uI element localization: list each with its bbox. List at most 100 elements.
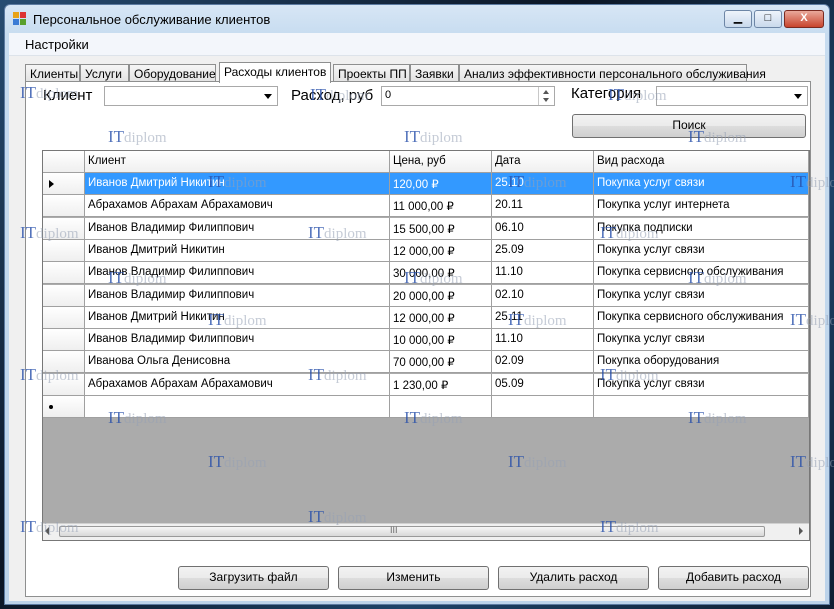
minimize-button[interactable]: ▁ <box>724 10 752 28</box>
row-header[interactable] <box>43 396 85 418</box>
row-header[interactable] <box>43 329 85 352</box>
tab-efficiency-analysis[interactable]: Анализ эффективности персонального обслу… <box>459 64 766 82</box>
app-window: Персональное обслуживание клиентов ▁ □ X… <box>4 4 830 605</box>
cell-client[interactable]: Иванова Ольга Денисовна <box>85 351 390 374</box>
cell-expense-type[interactable]: Покупка сервисного обслуживания <box>594 262 809 285</box>
expense-numeric-value: 0 <box>385 89 392 101</box>
scroll-grip: III <box>390 525 398 535</box>
spin-down-icon[interactable] <box>543 98 549 102</box>
cell-price[interactable]: 12 000,00 ₽ <box>390 306 492 329</box>
row-header[interactable] <box>43 284 85 307</box>
expense-spinner[interactable] <box>538 87 554 105</box>
cell-price[interactable]: 11 000,00 ₽ <box>390 195 492 218</box>
row-header[interactable] <box>43 217 85 240</box>
cell-expense-type[interactable]: Покупка услуг связи <box>594 284 809 307</box>
cell-price[interactable]: 70 000,00 ₽ <box>390 351 492 374</box>
row-header[interactable] <box>43 173 85 195</box>
cell-date[interactable]: 20.11 <box>492 195 594 218</box>
title-bar[interactable]: Персональное обслуживание клиентов ▁ □ X <box>5 5 829 33</box>
scroll-right-icon[interactable] <box>799 527 803 535</box>
cell-date[interactable]: 11.10 <box>492 262 594 285</box>
category-label: Категория <box>571 85 642 102</box>
new-row-cell[interactable] <box>390 396 492 418</box>
expenses-grid[interactable]: Клиент Цена, руб Дата Вид расхода Иванов… <box>42 150 810 541</box>
cell-expense-type[interactable]: Покупка услуг связи <box>594 373 809 396</box>
cell-expense-type[interactable]: Покупка услуг связи <box>594 329 809 352</box>
cell-price[interactable]: 20 000,00 ₽ <box>390 284 492 307</box>
cell-date[interactable]: 25.10 <box>492 173 594 195</box>
cell-expense-type[interactable]: Покупка оборудования <box>594 351 809 374</box>
cell-price[interactable]: 12 000,00 ₽ <box>390 239 492 262</box>
column-header-expense-type[interactable]: Вид расхода <box>594 151 809 173</box>
cell-client[interactable]: Иванов Владимир Филиппович <box>85 284 390 307</box>
load-file-button[interactable]: Загрузить файл <box>178 566 329 590</box>
client-label: Клиент <box>43 87 93 104</box>
cell-date[interactable]: 02.09 <box>492 351 594 374</box>
cell-expense-type[interactable]: Покупка услуг связи <box>594 239 809 262</box>
cell-client[interactable]: Иванов Владимир Филиппович <box>85 262 390 285</box>
chevron-down-icon <box>264 94 272 99</box>
cell-date[interactable]: 06.10 <box>492 217 594 240</box>
maximize-button[interactable]: □ <box>754 10 782 28</box>
cell-date[interactable]: 25.11 <box>492 306 594 329</box>
horizontal-scrollbar[interactable]: III <box>43 523 809 540</box>
cell-date[interactable]: 25.09 <box>492 239 594 262</box>
cell-price[interactable]: 15 500,00 ₽ <box>390 217 492 240</box>
delete-expense-button[interactable]: Удалить расход <box>498 566 649 590</box>
cell-price[interactable]: 30 000,00 ₽ <box>390 262 492 285</box>
cell-expense-type[interactable]: Покупка сервисного обслуживания <box>594 306 809 329</box>
current-row-arrow-icon <box>49 180 54 188</box>
spin-up-icon[interactable] <box>543 90 549 94</box>
tab-page-client-expenses: Клиент Расход, руб 0 Категория Поиск Кли… <box>25 81 811 597</box>
add-expense-button[interactable]: Добавить расход <box>658 566 809 590</box>
cell-client[interactable]: Иванов Владимир Филиппович <box>85 217 390 240</box>
tab-client-expenses[interactable]: Расходы клиентов <box>219 62 331 83</box>
tab-pp-projects[interactable]: Проекты ПП <box>333 64 410 82</box>
menu-bar: Настройки <box>9 33 825 56</box>
row-header[interactable] <box>43 351 85 374</box>
new-row-cell[interactable] <box>594 396 809 418</box>
grid-corner-cell <box>43 151 85 173</box>
search-button[interactable]: Поиск <box>572 114 806 138</box>
cell-client[interactable]: Иванов Дмитрий Никитин <box>85 173 390 195</box>
column-header-client[interactable]: Клиент <box>85 151 390 173</box>
menu-settings[interactable]: Настройки <box>25 37 89 52</box>
cell-date[interactable]: 02.10 <box>492 284 594 307</box>
cell-client[interactable]: Абрахамов Абрахам Абрахамович <box>85 195 390 218</box>
window-title: Персональное обслуживание клиентов <box>33 12 271 27</box>
client-area: Настройки Клиенты Услуги Оборудование Ра… <box>9 33 825 601</box>
row-header[interactable] <box>43 239 85 262</box>
row-header[interactable] <box>43 306 85 329</box>
cell-expense-type[interactable]: Покупка подписки <box>594 217 809 240</box>
new-row-cell[interactable] <box>492 396 594 418</box>
new-row-cell[interactable] <box>85 396 390 418</box>
tab-services[interactable]: Услуги <box>80 64 129 82</box>
close-button[interactable]: X <box>784 10 824 28</box>
cell-expense-type[interactable]: Покупка услуг интернета <box>594 195 809 218</box>
scroll-left-icon[interactable] <box>45 527 49 535</box>
cell-client[interactable]: Иванов Владимир Филиппович <box>85 329 390 352</box>
cell-date[interactable]: 11.10 <box>492 329 594 352</box>
category-combobox[interactable] <box>656 86 808 106</box>
scroll-thumb[interactable]: III <box>59 525 765 537</box>
tab-clients[interactable]: Клиенты <box>25 64 80 82</box>
row-header[interactable] <box>43 195 85 218</box>
cell-client[interactable]: Абрахамов Абрахам Абрахамович <box>85 373 390 396</box>
cell-client[interactable]: Иванов Дмитрий Никитин <box>85 306 390 329</box>
cell-date[interactable]: 05.09 <box>492 373 594 396</box>
cell-price[interactable]: 1 230,00 ₽ <box>390 373 492 396</box>
expense-numeric-input[interactable]: 0 <box>381 86 555 106</box>
cell-price[interactable]: 120,00 ₽ <box>390 173 492 195</box>
cell-expense-type[interactable]: Покупка услуг связи <box>594 173 809 195</box>
cell-client[interactable]: Иванов Дмитрий Никитин <box>85 239 390 262</box>
row-header[interactable] <box>43 262 85 285</box>
column-header-price[interactable]: Цена, руб <box>390 151 492 173</box>
client-combobox[interactable] <box>104 86 278 106</box>
tab-requests[interactable]: Заявки <box>410 64 459 82</box>
column-header-date[interactable]: Дата <box>492 151 594 173</box>
tab-equipment[interactable]: Оборудование <box>129 64 216 82</box>
new-row-icon <box>49 405 53 409</box>
cell-price[interactable]: 10 000,00 ₽ <box>390 329 492 352</box>
row-header[interactable] <box>43 373 85 396</box>
edit-button[interactable]: Изменить <box>338 566 489 590</box>
